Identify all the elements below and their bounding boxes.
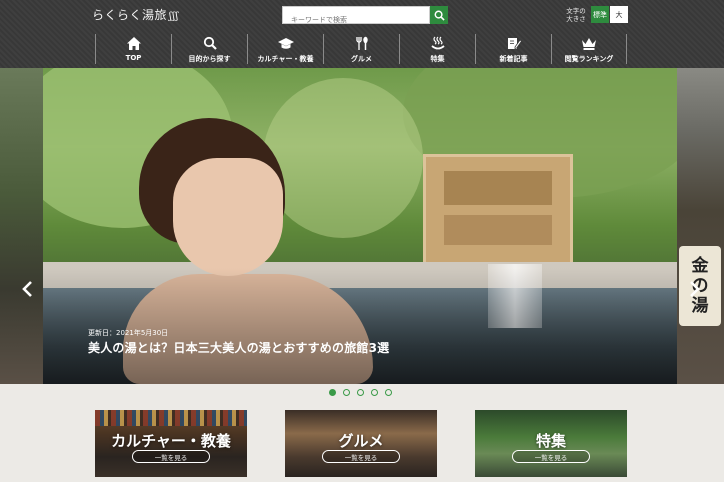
nav-label: 閲覧ランキング xyxy=(564,55,614,63)
search-icon xyxy=(203,36,217,50)
slider-dot[interactable] xyxy=(357,389,364,396)
main-nav: TOP 目的から探す カルチャー・教養 グルメ 特集 新着記事 閲覧ランキング xyxy=(95,34,627,66)
prev-slide-peek xyxy=(0,68,43,384)
hot-spring-waves-icon: ʃʃʃ xyxy=(169,11,179,22)
crown-icon xyxy=(582,38,596,50)
view-list-button[interactable]: 一覧を見る xyxy=(132,450,210,463)
nav-item-gourmet[interactable]: グルメ xyxy=(323,34,399,64)
chevron-left-icon xyxy=(22,281,32,297)
prev-slide-button[interactable] xyxy=(18,278,36,300)
font-size-standard-button[interactable]: 標準 xyxy=(591,6,609,23)
fork-spoon-icon xyxy=(355,36,368,50)
next-slide-peek xyxy=(677,68,724,384)
hot-spring-icon xyxy=(430,36,445,50)
font-size-switcher: 文字の 大きさ 標準 大 xyxy=(564,6,628,23)
wooden-spout xyxy=(423,154,573,274)
nav-item-ranking[interactable]: 閲覧ランキング xyxy=(551,34,627,64)
category-card-culture[interactable]: カルチャー・教養 一覧を見る xyxy=(95,410,247,477)
search-icon xyxy=(434,10,445,21)
nav-label: カルチャー・教養 xyxy=(257,55,314,63)
slider-dot[interactable] xyxy=(343,389,350,396)
nav-item-feature[interactable]: 特集 xyxy=(399,34,475,64)
side-sign-char: 金 xyxy=(691,256,709,276)
chevron-right-icon xyxy=(690,281,700,297)
site-logo-text: らくらく湯旅 xyxy=(92,8,168,22)
category-card-title: 特集 xyxy=(535,432,566,450)
nav-label: 特集 xyxy=(430,55,445,63)
site-header: らくらく湯旅ʃʃʃ 文字の 大きさ 標準 大 TOP 目的から探 xyxy=(0,0,724,68)
search-input[interactable] xyxy=(283,12,431,28)
home-icon xyxy=(126,37,141,50)
nav-label: 目的から探す xyxy=(188,55,231,63)
nav-item-culture[interactable]: カルチャー・教養 xyxy=(247,34,323,64)
graduation-cap-icon xyxy=(277,38,294,49)
nav-item-purpose[interactable]: 目的から探す xyxy=(171,34,247,64)
nav-label: グルメ xyxy=(351,55,372,63)
font-size-label: 文字の 大きさ xyxy=(566,6,586,23)
view-list-button[interactable]: 一覧を見る xyxy=(322,450,400,463)
category-card-title: カルチャー・教養 xyxy=(111,432,231,450)
pencil-note-icon xyxy=(507,38,522,49)
slide-title-link[interactable]: 美人の湯とは？日本三大美人の湯とおすすめの旅館3選 xyxy=(88,339,389,356)
nav-item-new-articles[interactable]: 新着記事 xyxy=(475,34,551,64)
search-button[interactable] xyxy=(430,6,448,24)
nav-label: TOP xyxy=(125,54,142,62)
search-box xyxy=(282,6,431,28)
site-logo[interactable]: らくらく湯旅 ʃʃʃ xyxy=(92,6,179,23)
nav-label: 新着記事 xyxy=(499,55,528,63)
nav-item-top[interactable]: TOP xyxy=(95,34,171,64)
category-card-feature[interactable]: 特集 一覧を見る xyxy=(475,410,627,477)
view-list-button[interactable]: 一覧を見る xyxy=(512,450,590,463)
slider-dot[interactable] xyxy=(329,389,336,396)
font-size-large-button[interactable]: 大 xyxy=(610,6,628,23)
slider-pagination xyxy=(329,389,399,396)
next-slide-button[interactable] xyxy=(686,278,704,300)
slide-updated-date: 更新日：2021年5月30日 xyxy=(88,329,169,337)
slider-dot[interactable] xyxy=(385,389,392,396)
slider-dot[interactable] xyxy=(371,389,378,396)
category-card-gourmet[interactable]: グルメ 一覧を見る xyxy=(285,410,437,477)
category-card-title: グルメ xyxy=(338,432,384,450)
